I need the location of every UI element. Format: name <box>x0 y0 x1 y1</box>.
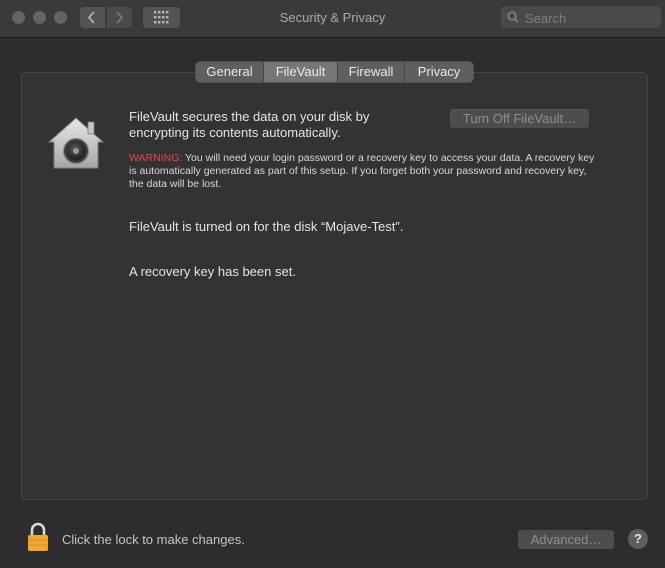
chevron-right-icon <box>116 11 124 24</box>
help-button[interactable]: ? <box>628 529 648 549</box>
grid-icon <box>154 11 169 24</box>
warning-message: You will need your login password or a r… <box>129 152 595 190</box>
filevault-house-icon <box>47 117 105 169</box>
lock-instruction-text: Click the lock to make changes. <box>62 532 245 547</box>
close-window-button[interactable] <box>12 11 25 24</box>
search-input[interactable] <box>523 8 657 28</box>
recovery-key-status-text: A recovery key has been set. <box>129 264 296 279</box>
zoom-window-button[interactable] <box>54 11 67 24</box>
advanced-button[interactable]: Advanced… <box>518 530 614 549</box>
chevron-left-icon <box>87 11 95 24</box>
titlebar: Security & Privacy <box>0 0 665 38</box>
disk-status-text: FileVault is turned on for the disk “Moj… <box>129 219 404 234</box>
tab-general[interactable]: General <box>196 62 264 82</box>
tab-bar: General FileVault Firewall Privacy <box>196 62 473 82</box>
search-icon <box>507 11 519 23</box>
search-field[interactable] <box>501 6 661 28</box>
filevault-description: FileVault secures the data on your disk … <box>129 109 370 140</box>
turn-off-filevault-button[interactable]: Turn Off FileVault… <box>450 109 589 128</box>
lock-icon[interactable] <box>27 522 49 552</box>
back-button[interactable] <box>80 7 105 28</box>
show-all-button[interactable] <box>143 7 180 28</box>
tab-firewall[interactable]: Firewall <box>338 62 405 82</box>
security-privacy-window: Security & Privacy General FileVault Fir… <box>0 0 665 568</box>
forward-button[interactable] <box>107 7 132 28</box>
tab-filevault[interactable]: FileVault <box>264 62 338 82</box>
tab-privacy[interactable]: Privacy <box>405 62 473 82</box>
warning-text: WARNING: You will need your login passwo… <box>129 152 599 191</box>
warning-label: WARNING: <box>129 152 183 164</box>
minimize-window-button[interactable] <box>33 11 46 24</box>
